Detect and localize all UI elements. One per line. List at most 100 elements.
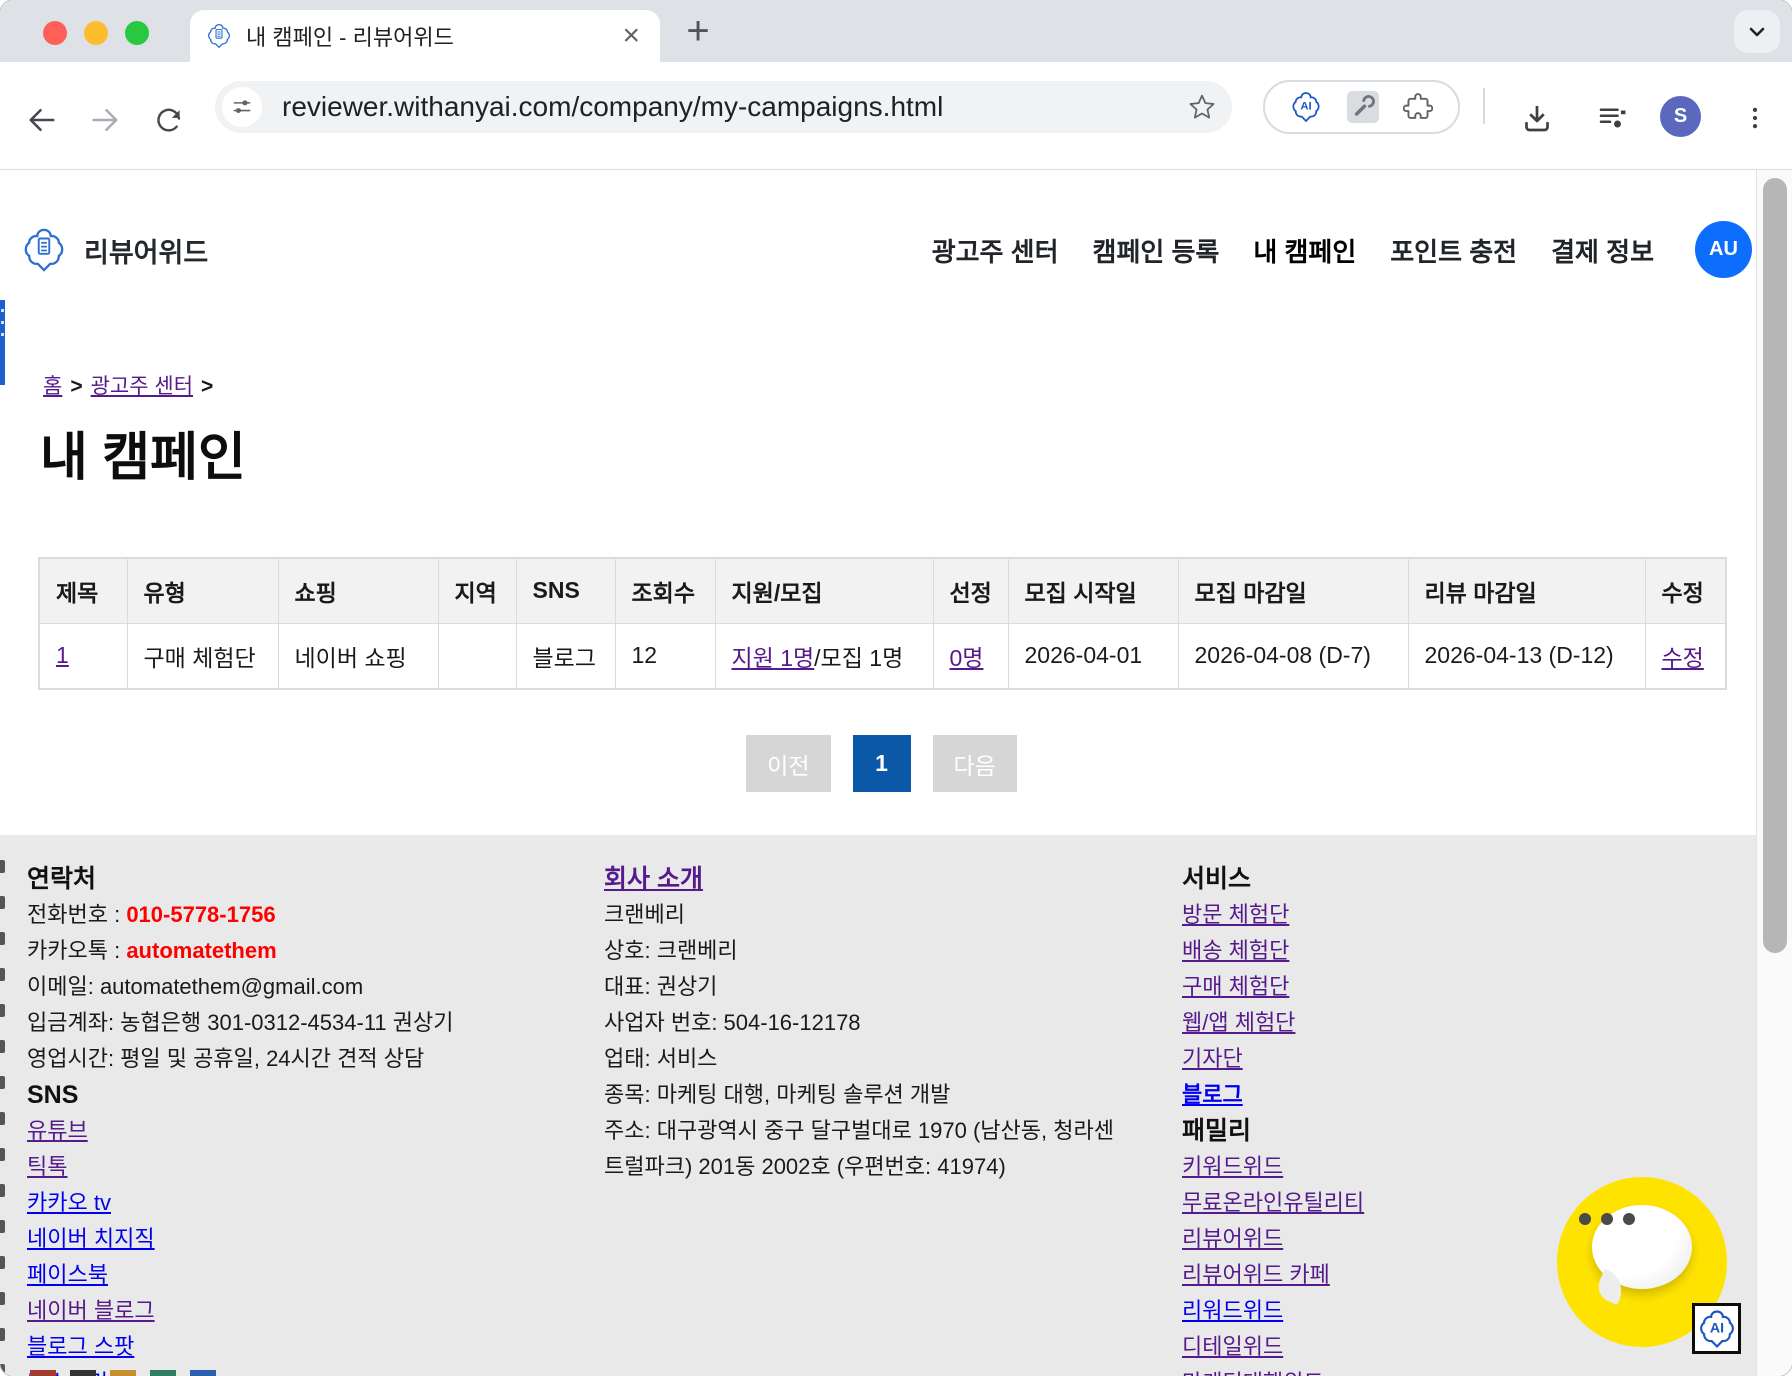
downloads-button[interactable] bbox=[1513, 94, 1561, 142]
service-link-delivery[interactable]: 배송 체험단 bbox=[1182, 933, 1722, 969]
contact-hours: 영업시간: 평일 및 공휴일, 24시간 견적 상담 bbox=[27, 1041, 557, 1077]
campaigns-table: 제목 유형 쇼핑 지역 SNS 조회수 지원/모집 선정 모집 시작일 모집 마… bbox=[38, 557, 1727, 690]
kebab-menu-icon bbox=[1740, 103, 1770, 133]
tab-close-icon[interactable]: × bbox=[618, 21, 644, 51]
contact-email: 이메일: automatethem@gmail.com bbox=[27, 969, 557, 1005]
page-title: 내 캠페인 bbox=[40, 422, 246, 494]
clipped-edge-widget-marks bbox=[0, 860, 6, 1376]
new-tab-button[interactable]: + bbox=[676, 9, 720, 53]
reload-icon bbox=[152, 103, 186, 137]
nav-advertiser-center[interactable]: 광고주 센터 bbox=[932, 232, 1059, 269]
selected-count-link[interactable]: 0명 bbox=[950, 645, 984, 671]
family-heading: 패밀리 bbox=[1182, 1113, 1722, 1149]
company-biz-items: 종목: 마케팅 대행, 마케팅 솔루션 개발 bbox=[604, 1077, 1134, 1113]
tab-search-button[interactable] bbox=[1734, 10, 1780, 53]
forward-arrow-icon bbox=[87, 102, 123, 138]
pagination-page-1[interactable]: 1 bbox=[853, 735, 911, 792]
pagination-next-button[interactable]: 다음 bbox=[933, 735, 1017, 792]
edge-floating-widget[interactable] bbox=[0, 300, 5, 385]
sns-link-tiktok[interactable]: 틱톡 bbox=[27, 1149, 557, 1185]
breadcrumb: 홈 > 광고주 센터 > bbox=[43, 370, 221, 400]
address-bar[interactable]: reviewer.withanyai.com/company/my-campai… bbox=[215, 81, 1232, 133]
contact-kakao: 카카오톡 : automatethem bbox=[27, 933, 557, 969]
browser-menu-button[interactable] bbox=[1731, 94, 1779, 142]
reload-button[interactable] bbox=[147, 98, 191, 142]
back-button[interactable] bbox=[20, 98, 64, 142]
kakao-id: automatethem bbox=[126, 938, 276, 963]
campaign-title-link[interactable]: 1 bbox=[56, 642, 69, 668]
favicon-brain-icon bbox=[206, 23, 232, 49]
brand-name[interactable]: 리뷰어위드 bbox=[84, 231, 208, 270]
scrollbar-thumb[interactable] bbox=[1763, 178, 1787, 953]
playlist-music-icon bbox=[1595, 100, 1631, 136]
download-icon bbox=[1519, 100, 1555, 136]
brand-logo-icon[interactable] bbox=[21, 227, 67, 273]
forward-button[interactable] bbox=[83, 98, 127, 142]
chevron-down-icon bbox=[1744, 19, 1770, 45]
breadcrumb-separator: > bbox=[70, 375, 82, 398]
cell-sns: 블로그 bbox=[516, 623, 615, 689]
service-link-blog[interactable]: 블로그 bbox=[1182, 1077, 1722, 1113]
sns-link-naver-chzzk[interactable]: 네이버 치지직 bbox=[27, 1221, 557, 1257]
col-views: 조회수 bbox=[615, 558, 715, 623]
recruit-count: /모집 1명 bbox=[814, 645, 903, 671]
sns-link-blogspot[interactable]: 블로그 스팟 bbox=[27, 1329, 557, 1365]
chat-dots-icon bbox=[1557, 1213, 1657, 1225]
breadcrumb-advertiser-link[interactable]: 광고주 센터 bbox=[91, 375, 193, 398]
company-biz-type: 업태: 서비스 bbox=[604, 1041, 1134, 1077]
wrench-extension-icon[interactable] bbox=[1347, 91, 1379, 123]
cell-region bbox=[438, 623, 516, 689]
col-type: 유형 bbox=[127, 558, 278, 623]
minimize-window-button[interactable] bbox=[84, 21, 108, 45]
media-controls-button[interactable] bbox=[1589, 94, 1637, 142]
extensions-puzzle-icon[interactable] bbox=[1403, 92, 1433, 122]
col-review-deadline: 리뷰 마감일 bbox=[1408, 558, 1645, 623]
company-biz-number: 사업자 번호: 504-16-12178 bbox=[604, 1005, 1134, 1041]
company-intro-link[interactable]: 회사 소개 bbox=[604, 861, 1134, 897]
nav-campaign-register[interactable]: 캠페인 등록 bbox=[1093, 232, 1220, 269]
service-link-web-app[interactable]: 웹/앱 체험단 bbox=[1182, 1005, 1722, 1041]
cell-recruit-deadline: 2026-04-08 (D-7) bbox=[1178, 623, 1408, 689]
footer-company-column: 회사 소개 크랜베리 상호: 크랜베리 대표: 권상기 사업자 번호: 504-… bbox=[604, 861, 1134, 1185]
service-link-purchase[interactable]: 구매 체험단 bbox=[1182, 969, 1722, 1005]
site-info-button[interactable] bbox=[222, 87, 262, 127]
ai-assistant-badge[interactable] bbox=[1692, 1303, 1741, 1354]
sns-link-kakao-tv[interactable]: 카카오 tv bbox=[27, 1185, 557, 1221]
close-window-button[interactable] bbox=[43, 21, 67, 45]
fullscreen-window-button[interactable] bbox=[125, 21, 149, 45]
nav-point-charge[interactable]: 포인트 충전 bbox=[1390, 232, 1517, 269]
family-link-marketing-agency[interactable]: 마케팅대행위드 bbox=[1182, 1365, 1722, 1376]
col-sns: SNS bbox=[516, 558, 615, 623]
bookmark-button[interactable] bbox=[1186, 91, 1218, 123]
nav-payment-info[interactable]: 결제 정보 bbox=[1551, 232, 1654, 269]
main-nav: 광고주 센터 캠페인 등록 내 캠페인 포인트 충전 결제 정보 bbox=[932, 232, 1654, 269]
tab-strip: 내 캠페인 - 리뷰어위드 × + bbox=[0, 0, 1792, 62]
breadcrumb-home-link[interactable]: 홈 bbox=[43, 375, 62, 398]
clipped-footer-icons bbox=[30, 1370, 216, 1376]
sns-link-facebook[interactable]: 페이스북 bbox=[27, 1257, 557, 1293]
user-avatar[interactable]: AU bbox=[1695, 221, 1752, 278]
phone-number: 010-5778-1756 bbox=[126, 902, 275, 927]
service-link-press[interactable]: 기자단 bbox=[1182, 1041, 1722, 1077]
url-text[interactable]: reviewer.withanyai.com/company/my-campai… bbox=[282, 91, 943, 123]
col-shopping: 쇼핑 bbox=[278, 558, 438, 623]
ai-brain-icon bbox=[1697, 1309, 1737, 1349]
browser-profile-avatar[interactable]: S bbox=[1660, 96, 1701, 137]
col-apply-recruit: 지원/모집 bbox=[715, 558, 933, 623]
nav-my-campaigns[interactable]: 내 캠페인 bbox=[1253, 232, 1356, 269]
site-header: 리뷰어위드 광고주 센터 캠페인 등록 내 캠페인 포인트 충전 결제 정보 bbox=[0, 170, 1756, 330]
sns-link-naver-blog[interactable]: 네이버 블로그 bbox=[27, 1293, 557, 1329]
page-content: 리뷰어위드 광고주 센터 캠페인 등록 내 캠페인 포인트 충전 결제 정보 A… bbox=[0, 170, 1756, 1376]
edit-link[interactable]: 수정 bbox=[1662, 645, 1704, 671]
browser-tab[interactable]: 내 캠페인 - 리뷰어위드 × bbox=[190, 10, 660, 62]
contact-heading: 연락처 bbox=[27, 861, 557, 897]
applicants-link[interactable]: 지원 1명 bbox=[732, 645, 815, 671]
breadcrumb-separator: > bbox=[201, 375, 213, 398]
contact-bank: 입금계좌: 농협은행 301-0312-4534-11 권상기 bbox=[27, 1005, 557, 1041]
sns-link-youtube[interactable]: 유튜브 bbox=[27, 1113, 557, 1149]
service-link-visit[interactable]: 방문 체험단 bbox=[1182, 897, 1722, 933]
extensions-pill bbox=[1263, 80, 1460, 134]
pagination: 이전 1 다음 bbox=[38, 735, 1725, 792]
pagination-prev-button[interactable]: 이전 bbox=[746, 735, 830, 792]
ai-extension-icon[interactable] bbox=[1290, 91, 1322, 123]
